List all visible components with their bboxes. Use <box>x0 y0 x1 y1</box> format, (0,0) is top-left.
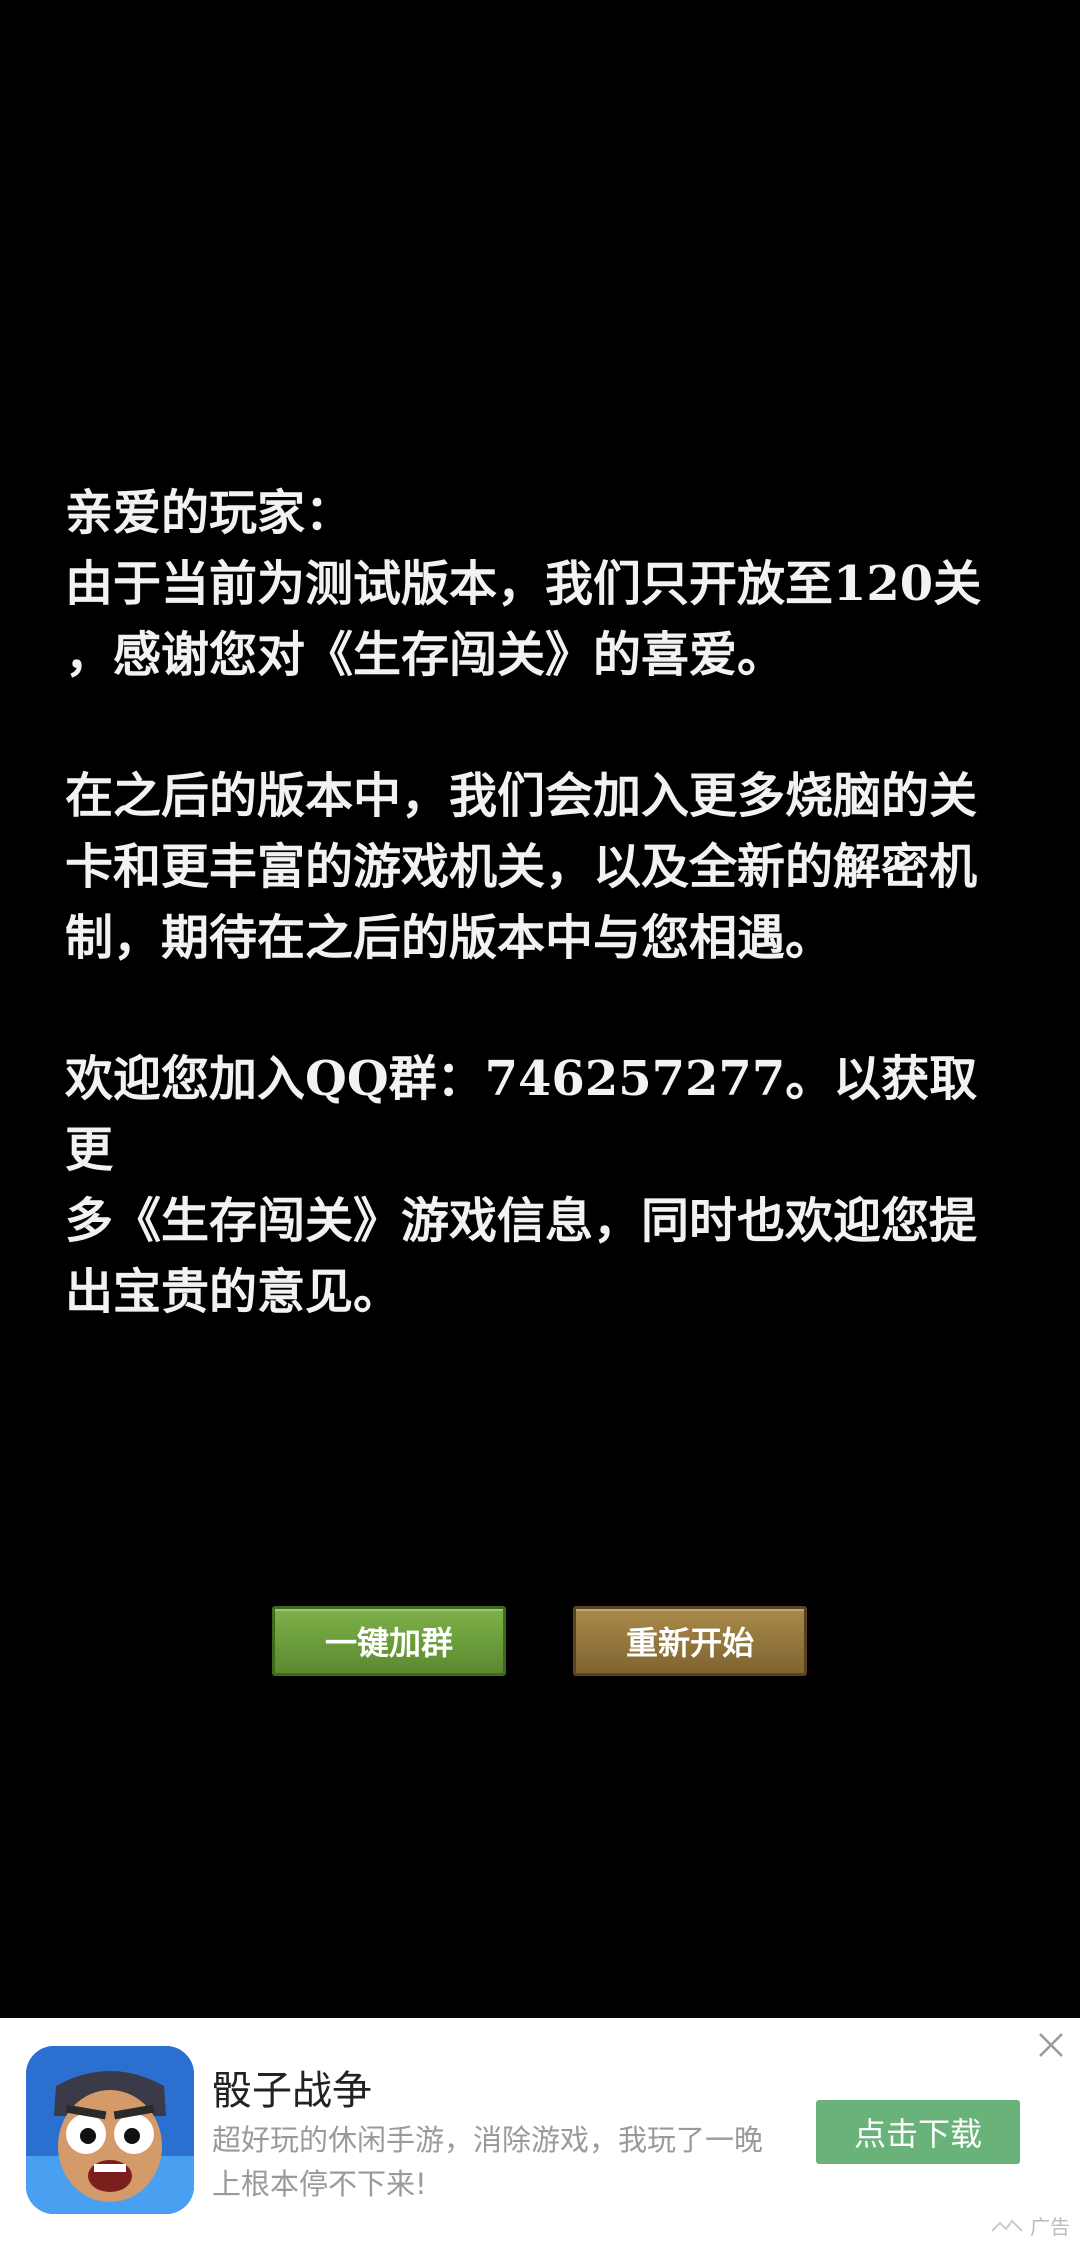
ad-description: 超好玩的休闲手游，消除游戏，我玩了一晚 上根本停不下来! <box>212 2118 812 2206</box>
para2-line1: 在之后的版本中，我们会加入更多烧脑的关 <box>65 768 978 824</box>
para3-line2: 多《生存闯关》游戏信息，同时也欢迎您提 <box>65 1193 978 1249</box>
restart-button[interactable]: 重新开始 <box>573 1606 807 1676</box>
ad-title[interactable]: 骰子战争 <box>212 2058 372 2116</box>
join-group-button[interactable]: 一键加群 <box>272 1606 506 1676</box>
ad-desc-line1: 超好玩的休闲手游，消除游戏，我玩了一晚 <box>212 2123 764 2157</box>
announcement-text: 亲爱的玩家： 由于当前为测试版本，我们只开放至120关 ，感谢您对《生存闯关》的… <box>65 478 1025 1328</box>
para1-line2: ，感谢您对《生存闯关》的喜爱。 <box>65 627 786 683</box>
para2-line2: 卡和更丰富的游戏机关，以及全新的解密机 <box>65 839 978 895</box>
ad-desc-line2: 上根本停不下来! <box>212 2167 427 2201</box>
close-icon[interactable] <box>1036 2030 1066 2060</box>
ad-source-icon <box>991 2218 1023 2232</box>
download-button[interactable]: 点击下载 <box>816 2100 1020 2164</box>
ad-label-text: 广告 <box>1030 2215 1070 2239</box>
para1-line1: 由于当前为测试版本，我们只开放至120关 <box>65 556 982 612</box>
ad-label: 广告 <box>990 2211 1070 2240</box>
dice-war-app-icon[interactable] <box>26 2046 194 2214</box>
para3-line3: 出宝贵的意见。 <box>65 1264 402 1320</box>
greeting: 亲爱的玩家： <box>65 485 354 541</box>
ad-banner[interactable]: 骰子战争 超好玩的休闲手游，消除游戏，我玩了一晚 上根本停不下来! 点击下载 广… <box>0 2018 1080 2244</box>
para2-line3: 制，期待在之后的版本中与您相遇。 <box>65 910 834 966</box>
para3-line1: 欢迎您加入QQ群：746257277。以获取更 <box>65 1051 978 1178</box>
